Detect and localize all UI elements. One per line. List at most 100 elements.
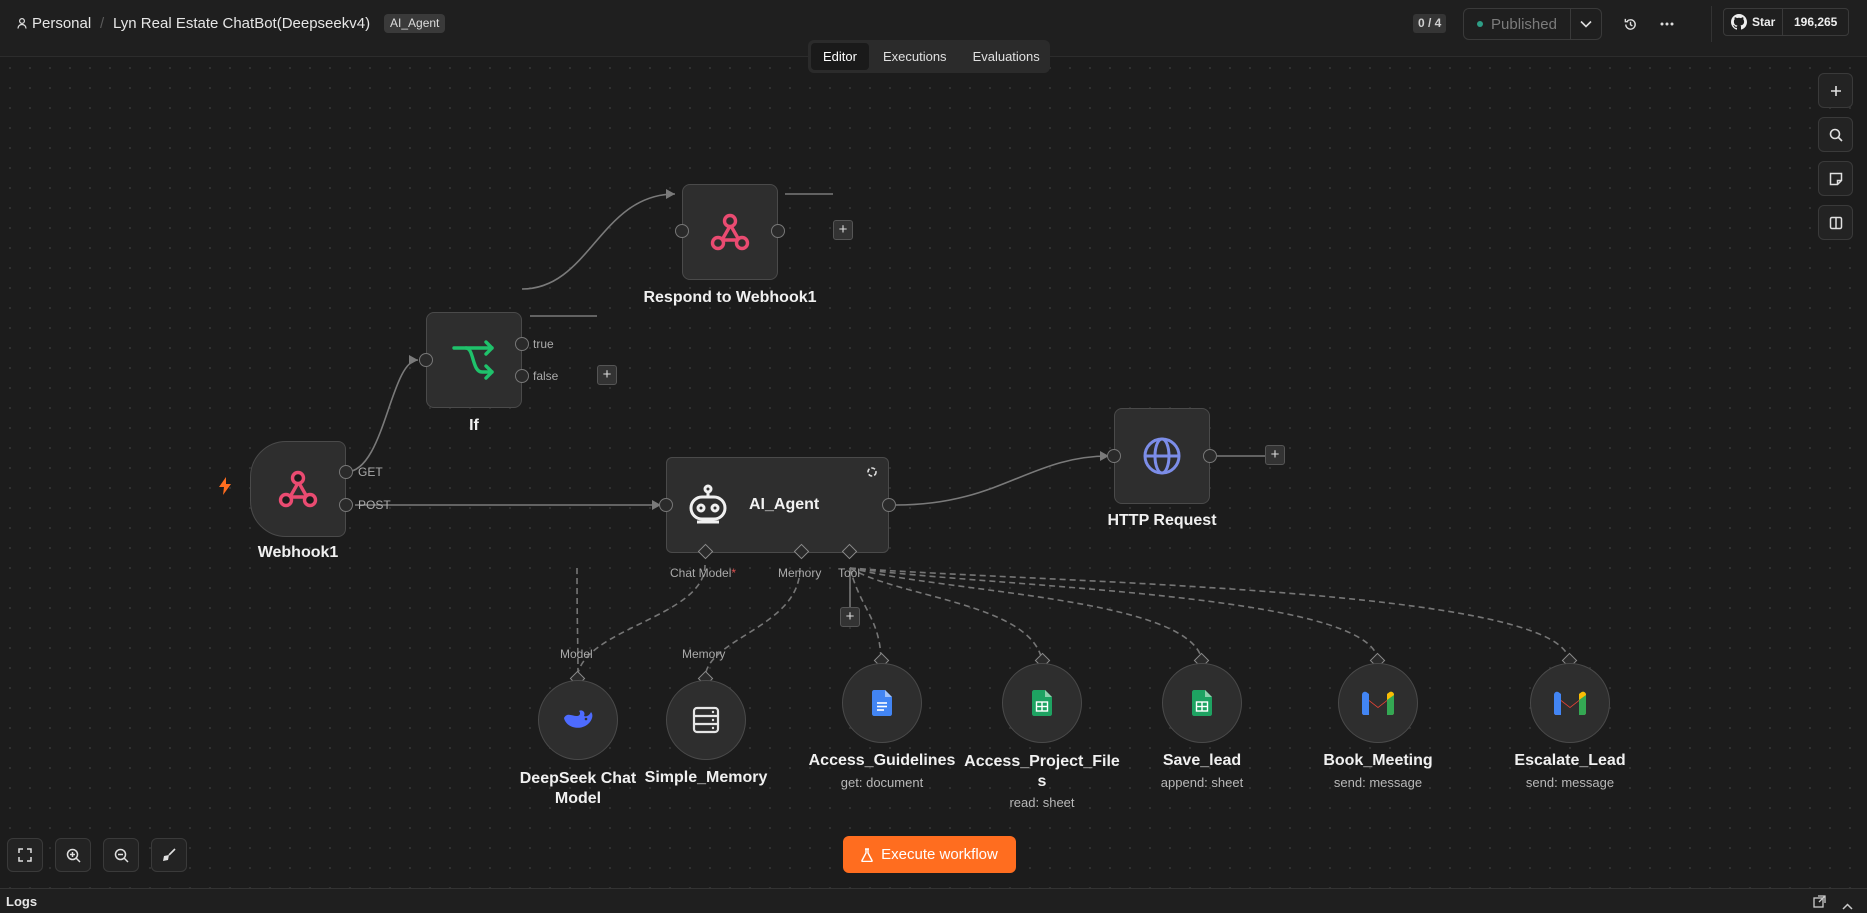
simple-memory-port-label: Memory — [682, 647, 726, 661]
if-label: If — [469, 417, 479, 434]
node-if[interactable] — [426, 312, 522, 408]
ai-agent-input-handle[interactable] — [659, 498, 673, 512]
edge-webhook-get-to-if — [345, 359, 419, 473]
webhook-get-port-label: GET — [358, 465, 383, 479]
published-status-dot — [1477, 21, 1484, 27]
published-button[interactable]: Published — [1464, 9, 1571, 39]
http-add-node-button[interactable]: + — [1265, 445, 1285, 465]
book-meeting-subtitle: send: message — [1333, 775, 1423, 790]
respond-add-node-button[interactable]: + — [833, 220, 853, 240]
tab-editor[interactable]: Editor — [811, 43, 869, 70]
node-book-meeting[interactable] — [1338, 663, 1418, 743]
save-lead-label: Save_lead — [1162, 752, 1242, 769]
webhook-output-get-handle[interactable] — [339, 465, 353, 479]
node-simple-memory[interactable] — [666, 680, 746, 760]
respond-output-handle[interactable] — [771, 224, 785, 238]
respond-input-handle[interactable] — [675, 224, 689, 238]
github-star-count: 196,265 — [1793, 15, 1838, 29]
add-node-button[interactable] — [1818, 73, 1853, 108]
workflow-tag[interactable]: AI_Agent — [384, 14, 446, 33]
if-false-port-label: false — [533, 369, 559, 383]
node-escalate-lead[interactable] — [1530, 663, 1610, 743]
http-input-handle[interactable] — [1107, 449, 1121, 463]
header-divider — [1711, 6, 1712, 42]
tool-port-label: Tool — [838, 566, 861, 580]
github-star-button[interactable]: Star 196,265 — [1723, 8, 1849, 36]
logs-popout-button[interactable] — [1813, 895, 1826, 913]
edge-tool-escalate — [849, 567, 1570, 661]
workflow-canvas[interactable]: GET POST Webhook1 true false + If + Resp… — [0, 58, 1867, 888]
webhook-icon — [710, 213, 750, 251]
execute-workflow-button[interactable]: Execute workflow — [843, 836, 1016, 873]
if-true-handle[interactable] — [515, 337, 529, 351]
chat-model-port-label: Chat Model* — [670, 566, 736, 580]
history-icon — [1624, 18, 1636, 30]
required-marker: * — [731, 566, 737, 580]
breadcrumb-separator: / — [100, 15, 105, 32]
breadcrumb-personal-label: Personal — [32, 15, 92, 32]
test-counter[interactable]: 0 / 4 — [1413, 14, 1447, 33]
github-icon — [1731, 14, 1747, 30]
workflow-title[interactable]: Lyn Real Estate ChatBot(Deepseekv4) — [113, 15, 370, 32]
ai-agent-output-handle[interactable] — [882, 498, 896, 512]
access-guidelines-subtitle: get: document — [840, 775, 924, 790]
node-respond-to-webhook1[interactable] — [682, 184, 778, 280]
http-output-handle[interactable] — [1203, 449, 1217, 463]
zoom-out-button[interactable] — [103, 838, 139, 872]
webhook-output-post-handle[interactable] — [339, 498, 353, 512]
zoom-in-icon — [66, 848, 81, 863]
history-button[interactable] — [1620, 14, 1640, 34]
tidy-up-button[interactable] — [151, 838, 187, 872]
edge-deepseek-model-top — [576, 564, 706, 680]
ai-agent-label: AI_Agent — [749, 496, 820, 513]
node-ai-agent[interactable]: AI_Agent — [666, 457, 889, 553]
publish-group: Published — [1463, 8, 1602, 40]
logs-panel-bar[interactable]: Logs — [0, 888, 1867, 913]
gmail-icon — [1554, 691, 1586, 715]
fit-view-button[interactable] — [7, 838, 43, 872]
if-false-add-node-button[interactable]: + — [597, 365, 617, 385]
node-access-guidelines[interactable] — [842, 663, 922, 743]
fit-view-icon — [18, 848, 32, 862]
node-save-lead[interactable] — [1162, 663, 1242, 743]
tab-executions[interactable]: Executions — [871, 43, 959, 70]
logs-expand-button[interactable] — [1842, 897, 1853, 913]
if-input-handle[interactable] — [419, 353, 433, 367]
add-tool-button[interactable]: + — [840, 607, 860, 627]
ai-agent-open-subnodes-icon[interactable] — [866, 465, 878, 483]
search-nodes-button[interactable] — [1818, 117, 1853, 152]
node-webhook1[interactable] — [250, 441, 346, 537]
logs-label: Logs — [6, 894, 38, 909]
webhook1-label: Webhook1 — [257, 544, 339, 561]
publish-dropdown-button[interactable] — [1571, 9, 1601, 39]
sticky-note-button[interactable] — [1818, 161, 1853, 196]
globe-icon — [1143, 437, 1181, 475]
save-lead-subtitle: append: sheet — [1160, 775, 1244, 790]
github-star[interactable]: Star — [1724, 9, 1784, 35]
deepseek-label-line1: DeepSeek Chat — [519, 770, 637, 787]
access-project-files-label-line2: s — [1037, 773, 1047, 790]
zoom-in-button[interactable] — [55, 838, 91, 872]
gmail-icon — [1362, 691, 1394, 715]
edge-agent-to-http — [895, 455, 1110, 506]
more-icon — [1660, 22, 1674, 26]
arrow-into-if — [409, 355, 418, 365]
more-options-button[interactable] — [1657, 14, 1677, 34]
if-false-handle[interactable] — [515, 369, 529, 383]
node-deepseek-chat-model[interactable] — [538, 680, 618, 760]
panel-icon — [1829, 216, 1842, 229]
node-http-request[interactable] — [1114, 408, 1210, 504]
github-star-label: Star — [1752, 15, 1776, 29]
deepseek-label-line2: Model — [554, 790, 602, 807]
toggle-panel-button[interactable] — [1818, 205, 1853, 240]
memory-port-label: Memory — [778, 566, 822, 580]
breadcrumb-personal[interactable]: Personal — [17, 15, 91, 32]
edge-tool-save-lead — [849, 567, 1203, 661]
tab-evaluations[interactable]: Evaluations — [961, 43, 1052, 70]
edge-tool-project-files — [849, 567, 1043, 661]
whale-icon — [564, 710, 593, 728]
node-access-project-files[interactable] — [1002, 663, 1082, 743]
arrow-into-respond — [666, 189, 675, 199]
google-sheets-icon — [1192, 690, 1212, 716]
chevron-up-icon — [1842, 903, 1853, 910]
